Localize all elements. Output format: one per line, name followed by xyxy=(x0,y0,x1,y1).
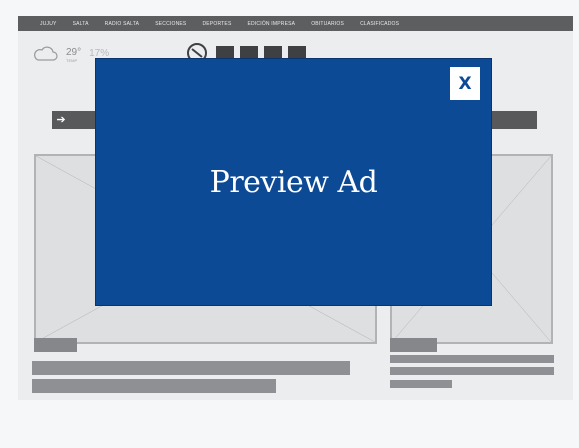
headline-line[interactable] xyxy=(32,361,350,375)
ad-title: Preview Ad xyxy=(209,164,378,200)
nav-item-salta[interactable]: SALTA xyxy=(73,21,89,27)
nav-item-jujuy[interactable]: JUJUY xyxy=(40,21,57,27)
temperature-label: TEMP xyxy=(66,58,78,63)
headline-line[interactable] xyxy=(390,355,554,363)
temperature-value: 29° xyxy=(66,47,82,58)
nav-item-deportes[interactable]: DEPORTES xyxy=(202,21,231,27)
arrow-right-icon[interactable]: ➔ xyxy=(52,111,70,129)
nav-item-clasificados[interactable]: CLASIFICADOS xyxy=(360,21,399,27)
headline-line[interactable] xyxy=(390,380,452,388)
nav-item-radio-salta[interactable]: RADIO SALTA xyxy=(105,21,140,27)
preview-ad-modal[interactable]: Preview Ad X xyxy=(95,58,492,306)
temperature: 29° TEMP xyxy=(66,48,81,64)
nav-item-secciones[interactable]: SECCIONES xyxy=(155,21,186,27)
close-button[interactable]: X xyxy=(450,67,480,100)
cloud-icon xyxy=(34,46,58,61)
nav-item-edicion-impresa[interactable]: EDICIÓN IMPRESA xyxy=(247,21,295,27)
category-tag[interactable] xyxy=(390,338,437,352)
category-tag[interactable] xyxy=(34,338,77,352)
headline-line[interactable] xyxy=(32,379,276,393)
headline-line[interactable] xyxy=(390,367,554,375)
nav-item-obituarios[interactable]: OBITUARIOS xyxy=(311,21,344,27)
top-nav: JUJUY SALTA RADIO SALTA SECCIONES DEPORT… xyxy=(18,16,573,31)
